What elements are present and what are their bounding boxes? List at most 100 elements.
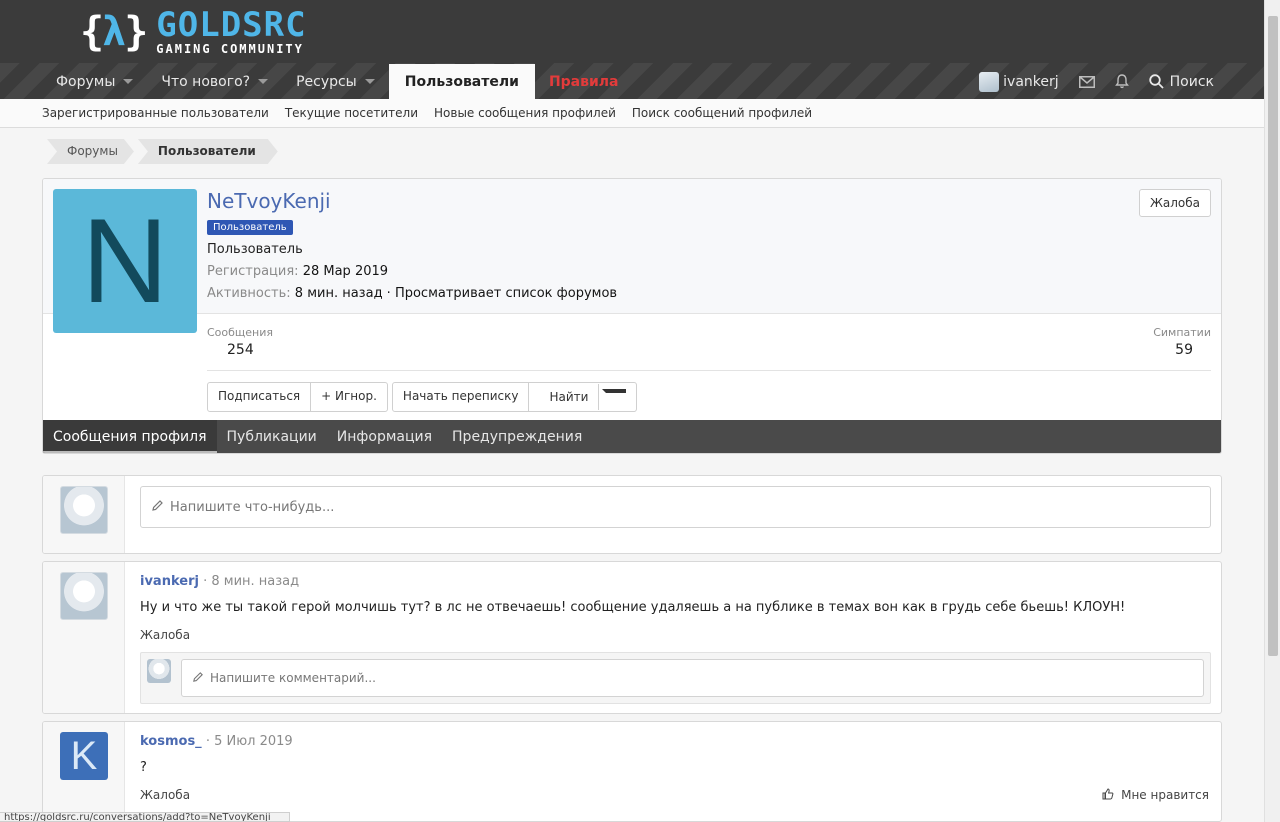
- nav-item-label: Пользователи: [404, 73, 519, 90]
- profile-username[interactable]: NeTvoyKenji: [207, 189, 331, 213]
- nav-item-resources[interactable]: Ресурсы: [282, 64, 389, 99]
- activity-info: Активность: 8 мин. назад · Просматривает…: [207, 286, 617, 301]
- chevron-down-icon[interactable]: [258, 79, 269, 84]
- account-link[interactable]: ivankerj: [969, 64, 1069, 99]
- nav-item-users[interactable]: Пользователи: [388, 64, 535, 99]
- tab-information[interactable]: Информация: [327, 420, 442, 453]
- chevron-down-icon[interactable]: [364, 79, 375, 84]
- stat-value: 254: [227, 342, 254, 358]
- lambda-icon: λ: [102, 9, 126, 55]
- post-meta: kosmos_ · 5 Июл 2019: [140, 734, 293, 749]
- logo-brace-open: {: [80, 9, 104, 55]
- follow-button[interactable]: Подписаться: [208, 383, 312, 411]
- status-input[interactable]: Напишите что-нибудь...: [140, 486, 1211, 528]
- account-name: ivankerj: [1003, 73, 1059, 90]
- browser-status-url: https://goldsrc.ru/conversations/add?to=…: [0, 812, 290, 822]
- post-author[interactable]: ivankerj: [140, 574, 199, 589]
- search-icon: [1148, 74, 1164, 89]
- main-nav: Форумы Что нового? Ресурсы Пользователи …: [42, 64, 633, 99]
- alerts-button[interactable]: [1105, 64, 1139, 99]
- report-link[interactable]: Жалоба: [140, 788, 190, 802]
- chevron-down-icon[interactable]: [123, 79, 134, 84]
- avatar-letter: K: [70, 733, 98, 778]
- search-label: Поиск: [1169, 73, 1214, 90]
- profile-post: K kosmos_ · 5 Июл 2019 ? Жалоба Мне нрав…: [42, 721, 1222, 822]
- post-time[interactable]: · 8 мин. назад: [203, 574, 299, 589]
- caret-down-icon: [602, 389, 627, 405]
- comment-input[interactable]: Напишите комментарий...: [181, 659, 1204, 697]
- post-avatar-column: K: [43, 722, 125, 821]
- avatar[interactable]: [60, 486, 108, 534]
- profile-actions: Подписаться + Игнор. Начать переписку На…: [207, 382, 641, 412]
- subnav-registered-users[interactable]: Зарегистрированные пользователи: [42, 106, 269, 120]
- envelope-icon: [1078, 75, 1095, 88]
- comment-placeholder: Напишите комментарий...: [210, 671, 376, 685]
- registration-label: Регистрация:: [207, 264, 299, 279]
- report-button[interactable]: Жалоба: [1138, 189, 1211, 217]
- like-label: Мне нравится: [1121, 788, 1209, 802]
- post-meta: ivankerj · 8 мин. назад: [140, 574, 299, 589]
- nav-item-rules[interactable]: Правила: [535, 64, 633, 99]
- subnav-current-visitors[interactable]: Текущие посетители: [285, 106, 418, 120]
- ignore-button[interactable]: + Игнор.: [311, 383, 387, 411]
- search-button[interactable]: Поиск: [1139, 64, 1224, 99]
- subnav-search-profile-posts[interactable]: Поиск сообщений профилей: [632, 106, 812, 120]
- registration-info: Регистрация: 28 Мар 2019: [207, 264, 388, 279]
- post-time[interactable]: · 5 Июл 2019: [206, 734, 293, 749]
- start-conversation-button[interactable]: Начать переписку: [393, 383, 530, 411]
- site-header: {λ} GOLDSRC GAMING COMMUNITY Форумы Что …: [0, 0, 1264, 99]
- avatar[interactable]: K: [60, 732, 108, 780]
- nav-item-forums[interactable]: Форумы: [42, 64, 147, 99]
- thumbs-up-icon: [1102, 788, 1114, 800]
- scrollbar-thumb[interactable]: [1268, 16, 1278, 656]
- tab-profile-posts[interactable]: Сообщения профиля: [43, 420, 217, 453]
- post-body: Ну и что же ты такой герой молчишь тут? …: [140, 600, 1126, 615]
- avatar-letter: N: [81, 194, 169, 328]
- subnav-new-profile-posts[interactable]: Новые сообщения профилей: [434, 106, 616, 120]
- nav-item-label: Ресурсы: [296, 73, 357, 90]
- breadcrumb: Форумы Пользователи: [47, 139, 282, 164]
- breadcrumb-users[interactable]: Пользователи: [138, 139, 278, 164]
- user-title: Пользователь: [207, 242, 303, 257]
- pencil-icon: [151, 499, 164, 516]
- page-scrollbar[interactable]: [1264, 0, 1280, 822]
- bell-icon: [1114, 74, 1129, 89]
- find-label: Найти: [539, 383, 600, 410]
- logo-lambda-mark: {λ}: [80, 9, 148, 55]
- stat-messages[interactable]: Сообщения 254: [207, 326, 273, 358]
- follow-ignore-group: Подписаться + Игнор.: [207, 382, 388, 412]
- user-banner-badge: Пользователь: [207, 220, 293, 235]
- nav-item-label: Форумы: [56, 73, 116, 90]
- profile-avatar[interactable]: N: [53, 189, 197, 333]
- stat-value: 59: [1175, 342, 1193, 358]
- stat-label: Симпатии: [1153, 326, 1211, 339]
- avatar[interactable]: [60, 572, 108, 620]
- status-placeholder: Напишите что-нибудь...: [170, 499, 335, 515]
- find-dropdown-button[interactable]: Найти: [529, 383, 636, 411]
- breadcrumb-forums[interactable]: Форумы: [47, 139, 134, 164]
- report-link[interactable]: Жалоба: [140, 628, 190, 642]
- site-logo[interactable]: {λ} GOLDSRC GAMING COMMUNITY: [80, 6, 307, 58]
- member-profile-card: N NeTvoyKenji Пользователь Пользователь …: [42, 178, 1222, 454]
- post-avatar-column: [43, 476, 125, 553]
- logo-main-text: GOLDSRC: [156, 5, 307, 45]
- divider: [207, 370, 1211, 371]
- account-nav: ivankerj Поиск: [969, 64, 1224, 99]
- tab-warnings[interactable]: Предупреждения: [442, 420, 592, 453]
- activity-value: 8 мин. назад · Просматривает список фору…: [294, 286, 618, 301]
- like-button[interactable]: Мне нравится: [1102, 788, 1209, 802]
- inbox-button[interactable]: [1069, 64, 1105, 99]
- nav-item-whats-new[interactable]: Что нового?: [147, 64, 282, 99]
- nav-item-label: Что нового?: [161, 73, 251, 90]
- sub-nav: Зарегистрированные пользователи Текущие …: [0, 99, 1264, 128]
- tab-publications[interactable]: Публикации: [217, 420, 327, 453]
- pencil-icon: [192, 671, 204, 686]
- nav-item-label: Правила: [548, 73, 619, 90]
- comment-box: Напишите комментарий...: [140, 652, 1211, 704]
- logo-sub-text: GAMING COMMUNITY: [156, 42, 304, 56]
- post-avatar-column: [43, 562, 125, 713]
- post-author[interactable]: kosmos_: [140, 734, 202, 749]
- profile-tabs: Сообщения профиля Публикации Информация …: [43, 420, 1221, 453]
- activity-label: Активность:: [207, 286, 291, 301]
- logo-text: GOLDSRC GAMING COMMUNITY: [156, 8, 306, 56]
